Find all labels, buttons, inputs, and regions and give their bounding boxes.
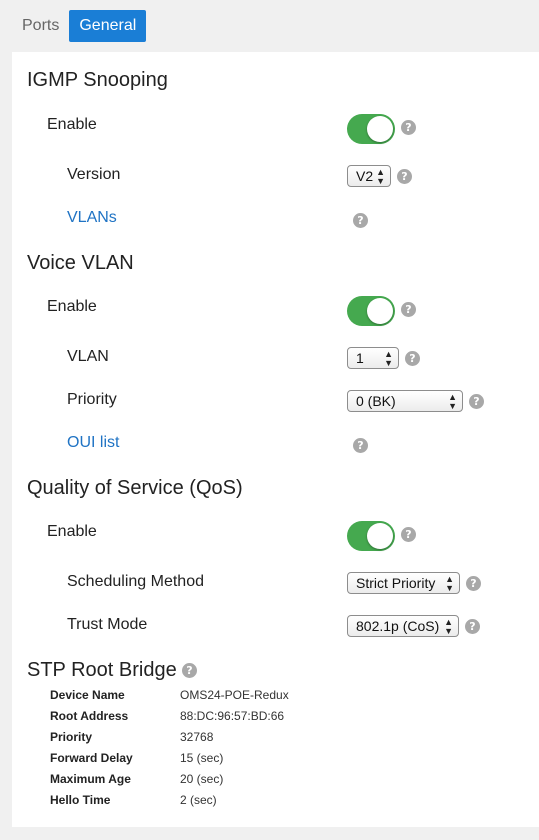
select-arrows-icon: ▲ ▼ [445, 574, 454, 593]
voice-vlan-oui-list-link[interactable]: OUI list [67, 434, 119, 452]
tab-bar: Ports General [12, 10, 147, 42]
stp-hello-time-value: 2 (sec) [180, 793, 217, 807]
stp-priority-label: Priority [50, 730, 93, 744]
voice-vlan-vlan-label: VLAN [67, 348, 109, 365]
select-arrows-icon: ▲ ▼ [444, 617, 453, 636]
stp-root-address-label: Root Address [50, 709, 129, 723]
select-arrows-icon: ▲ ▼ [376, 167, 385, 186]
voice-vlan-priority-label: Priority [67, 391, 117, 408]
stp-maximum-age-value: 20 (sec) [180, 772, 224, 786]
igmp-vlans-help-icon[interactable]: ? [353, 213, 368, 228]
qos-scheduling-label: Scheduling Method [67, 573, 204, 590]
stp-hello-time-label: Hello Time [50, 793, 111, 807]
qos-enable-help-icon[interactable]: ? [401, 527, 416, 542]
voice-vlan-oui-help-icon[interactable]: ? [353, 438, 368, 453]
voice-vlan-enable-label: Enable [47, 298, 97, 315]
stp-device-name-label: Device Name [50, 688, 125, 702]
stp-section-title: STP Root Bridge [27, 659, 177, 681]
tab-ports[interactable]: Ports [12, 10, 69, 42]
voice-vlan-vlan-help-icon[interactable]: ? [405, 351, 420, 366]
voice-vlan-priority-select[interactable]: 0 (BK) ▲ ▼ [347, 390, 463, 412]
stp-forward-delay-value: 15 (sec) [180, 751, 224, 765]
toggle-knob [367, 116, 393, 142]
igmp-version-help-icon[interactable]: ? [397, 169, 412, 184]
voice-vlan-vlan-select[interactable]: 1 ▲ ▼ [347, 347, 399, 369]
general-settings-panel: IGMP Snooping Enable ? Version V2 ▲ ▼ ? V… [12, 52, 539, 827]
toggle-knob [367, 523, 393, 549]
voice-vlan-section-title: Voice VLAN [27, 252, 134, 274]
qos-trust-value: 802.1p (CoS) [356, 618, 440, 634]
qos-trust-label: Trust Mode [67, 616, 148, 633]
qos-enable-label: Enable [47, 523, 97, 540]
tab-general[interactable]: General [69, 10, 147, 42]
qos-enable-toggle[interactable] [347, 521, 395, 551]
igmp-enable-label: Enable [47, 116, 97, 133]
igmp-enable-help-icon[interactable]: ? [401, 120, 416, 135]
qos-scheduling-help-icon[interactable]: ? [466, 576, 481, 591]
stp-help-icon[interactable]: ? [182, 663, 197, 678]
voice-vlan-vlan-value: 1 [356, 350, 364, 366]
igmp-vlans-link[interactable]: VLANs [67, 209, 117, 227]
qos-trust-select[interactable]: 802.1p (CoS) ▲ ▼ [347, 615, 459, 637]
igmp-version-value: V2 [356, 168, 374, 184]
igmp-version-select[interactable]: V2 ▲ ▼ [347, 165, 391, 187]
voice-vlan-enable-toggle[interactable] [347, 296, 395, 326]
qos-trust-help-icon[interactable]: ? [465, 619, 480, 634]
stp-root-address-value: 88:DC:96:57:BD:66 [180, 709, 285, 723]
toggle-knob [367, 298, 393, 324]
stp-device-name-value: OMS24-POE-Redux [180, 688, 289, 702]
voice-vlan-priority-help-icon[interactable]: ? [469, 394, 484, 409]
qos-section-title: Quality of Service (QoS) [27, 477, 243, 499]
igmp-section-title: IGMP Snooping [27, 69, 168, 91]
igmp-enable-toggle[interactable] [347, 114, 395, 144]
select-arrows-icon: ▲ ▼ [384, 349, 393, 368]
voice-vlan-priority-value: 0 (BK) [356, 393, 396, 409]
stp-maximum-age-label: Maximum Age [50, 772, 131, 786]
igmp-version-label: Version [67, 166, 121, 183]
qos-scheduling-select[interactable]: Strict Priority ▲ ▼ [347, 572, 460, 594]
qos-scheduling-value: Strict Priority [356, 575, 436, 591]
select-arrows-icon: ▲ ▼ [448, 392, 457, 411]
stp-priority-value: 32768 [180, 730, 214, 744]
stp-forward-delay-label: Forward Delay [50, 751, 133, 765]
voice-vlan-enable-help-icon[interactable]: ? [401, 302, 416, 317]
